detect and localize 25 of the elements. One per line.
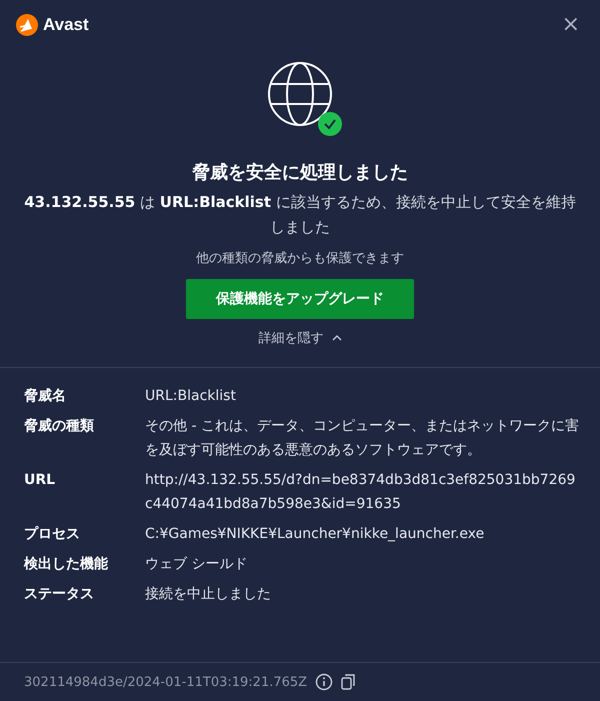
caret-icon (332, 335, 342, 341)
copy-icon[interactable] (341, 673, 358, 691)
detail-label: ステータス (24, 585, 95, 604)
detail-value: 接続を中止しました (145, 585, 272, 604)
detail-label: 検出した機能 (24, 555, 109, 574)
logo-icon (16, 14, 38, 36)
details-toggle[interactable]: 詳細を隠す (256, 327, 344, 349)
result-title: 脅威を安全に処理しました (192, 161, 408, 184)
detail-value: C:¥Games¥NIKKE¥Launcher¥nikke_launcher.exe (145, 525, 486, 544)
detail-label: 脅威名 (24, 387, 67, 406)
result-message: 43.132.55.55 は URL:Blacklist に該当するため、接続を中止して安全を維持しました (24, 192, 576, 238)
detail-value: http://43.132.55.55/d?dn=be8374db3d81c3ef825031bb7269c44074a41bd8a7b598e3&id=91635 (145, 471, 576, 514)
detail-label: 脅威の種類 (24, 417, 95, 436)
detail-value: その他 - これは、データ、コンピューター、またはネットワークに害を及ぼす可能性のある悪意のあるソフトウェアです。 (145, 417, 580, 460)
detail-label: URL (24, 471, 56, 490)
detail-label: プロセス (24, 525, 81, 544)
globe-check-icon (268, 62, 344, 138)
detail-value: ウェブ シールド (145, 555, 248, 574)
close-button[interactable]: × (558, 14, 584, 36)
app-name: Avast (43, 15, 89, 35)
info-icon[interactable] (315, 673, 334, 691)
detail-value: URL:Blacklist (145, 387, 237, 406)
upsell-note: 他の種類の脅威からも保護できます (196, 250, 404, 267)
event-id: 302114984d3e/2024-01-11T03:19:21.765Z (24, 674, 308, 690)
upgrade-button[interactable]: 保護機能をアップグレード (186, 279, 414, 319)
